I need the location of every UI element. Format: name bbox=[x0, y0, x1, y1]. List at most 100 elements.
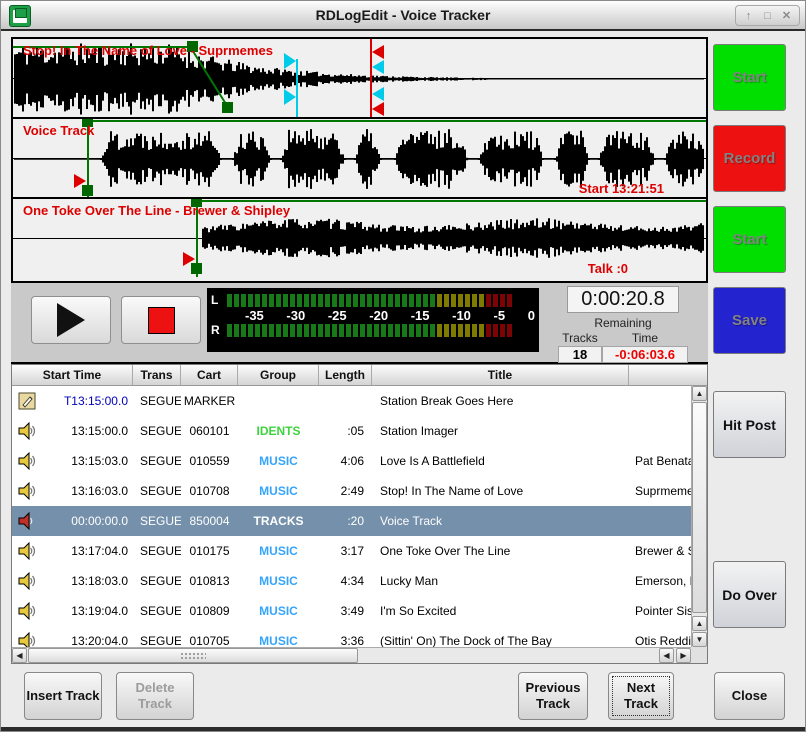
note-icon bbox=[12, 392, 38, 410]
title-cell: (Sittin' On) The Dock of The Bay bbox=[372, 634, 629, 647]
artist-cell: Suprmemes bbox=[629, 484, 691, 498]
scroll-left-icon[interactable]: ◀ bbox=[659, 648, 674, 663]
log-row[interactable]: 13:19:04.0SEGUE010809MUSIC3:49I'm So Exc… bbox=[12, 596, 691, 626]
meter-bar-left bbox=[227, 294, 512, 307]
meter-segment bbox=[479, 294, 484, 307]
group-cell: IDENTS bbox=[238, 424, 319, 438]
trans-cell: SEGUE bbox=[133, 604, 181, 618]
horizontal-scroll-thumb[interactable] bbox=[28, 648, 358, 663]
title-cell: One Toke Over The Line bbox=[372, 544, 629, 558]
cart-cell: MARKER bbox=[181, 394, 238, 408]
window-controls: ↑ □ ✕ bbox=[735, 5, 800, 26]
meter-segment bbox=[353, 324, 358, 337]
insert-track-button[interactable]: Insert Track bbox=[24, 672, 102, 720]
meter-segment bbox=[388, 324, 393, 337]
close-button[interactable]: Close bbox=[714, 672, 785, 720]
meter-segment bbox=[374, 294, 379, 307]
meter-segment bbox=[325, 294, 330, 307]
column-header-cart[interactable]: Cart bbox=[181, 365, 238, 385]
right-channel-label: R bbox=[211, 323, 227, 337]
segue-end-handle-icon[interactable] bbox=[372, 87, 384, 101]
group-cell: MUSIC bbox=[238, 454, 319, 468]
waveform-track-voice-track[interactable]: Voice Track Start 13:21:51 bbox=[13, 119, 706, 199]
vertical-scrollbar[interactable]: ▲ ▲ ▼ bbox=[691, 386, 707, 647]
column-header-blank[interactable] bbox=[629, 365, 707, 385]
start-time-cell: T13:15:00.0 bbox=[38, 394, 133, 408]
column-header-length[interactable]: Length bbox=[319, 365, 372, 385]
segue-marker-handle-icon[interactable] bbox=[284, 53, 296, 69]
log-row[interactable]: 13:18:03.0SEGUE010813MUSIC4:34Lucky ManE… bbox=[12, 566, 691, 596]
log-row[interactable]: 13:15:03.0SEGUE010559MUSIC4:06Love Is A … bbox=[12, 446, 691, 476]
playhead-marker-icon[interactable] bbox=[183, 252, 195, 266]
waveform-track-previous-event[interactable]: Stop! In The Name of Love - Suprmemes bbox=[13, 39, 706, 119]
artist-cell: Pointer Sisters bbox=[629, 604, 691, 618]
scroll-up-icon[interactable]: ▲ bbox=[692, 616, 707, 631]
title-bar[interactable]: RDLogEdit - Voice Tracker ↑ □ ✕ bbox=[1, 1, 805, 31]
column-header-title[interactable]: Title bbox=[372, 365, 629, 385]
scrollbar-corner bbox=[691, 647, 707, 663]
waveform-track-next-event[interactable]: One Toke Over The Line - Brewer & Shiple… bbox=[13, 199, 706, 277]
meter-scale-label: -15 bbox=[411, 308, 430, 323]
hit-post-button[interactable]: Hit Post bbox=[713, 391, 786, 458]
segue-end-handle-icon[interactable] bbox=[372, 60, 384, 74]
log-row[interactable]: T13:15:00.0SEGUEMARKERStation Break Goes… bbox=[12, 386, 691, 416]
segue-marker-handle-icon[interactable] bbox=[284, 89, 296, 105]
gain-level-line bbox=[196, 200, 706, 202]
trans-cell: SEGUE bbox=[133, 454, 181, 468]
log-row[interactable]: 13:15:00.0SEGUE060101IDENTS:05Station Im… bbox=[12, 416, 691, 446]
play-button[interactable] bbox=[31, 296, 111, 344]
meter-segment bbox=[486, 324, 491, 337]
scroll-down-icon[interactable]: ▼ bbox=[692, 632, 707, 647]
meter-segment bbox=[395, 294, 400, 307]
playhead-marker-icon[interactable] bbox=[74, 174, 86, 188]
title-cell: Love Is A Battlefield bbox=[372, 454, 629, 468]
meter-segment bbox=[458, 294, 463, 307]
log-row[interactable]: 13:20:04.0SEGUE010705MUSIC3:36(Sittin' O… bbox=[12, 626, 691, 647]
close-window-icon[interactable]: ✕ bbox=[778, 8, 795, 23]
do-over-button[interactable]: Do Over bbox=[713, 561, 786, 628]
speaker-icon bbox=[12, 482, 38, 500]
start-next-button[interactable]: Start bbox=[713, 206, 786, 273]
artist-cell: Emerson, Lake & Palmer bbox=[629, 574, 691, 588]
scroll-up-icon[interactable]: ▲ bbox=[692, 386, 707, 401]
fade-end-handle[interactable] bbox=[222, 102, 233, 113]
maximize-window-icon[interactable]: □ bbox=[759, 8, 776, 23]
segue-start-marker-line[interactable] bbox=[296, 59, 298, 117]
start-time-cell: 13:15:00.0 bbox=[38, 424, 133, 438]
vertical-scroll-thumb[interactable] bbox=[692, 402, 707, 613]
meter-segment bbox=[367, 294, 372, 307]
meter-segment bbox=[262, 324, 267, 337]
meter-segment bbox=[339, 294, 344, 307]
meter-segment bbox=[409, 294, 414, 307]
log-row[interactable]: 13:16:03.0SEGUE010708MUSIC2:49Stop! In T… bbox=[12, 476, 691, 506]
trans-cell: SEGUE bbox=[133, 394, 181, 408]
meter-segment bbox=[276, 324, 281, 337]
meter-segment bbox=[381, 324, 386, 337]
column-header-group[interactable]: Group bbox=[238, 365, 319, 385]
delete-track-button[interactable]: Delete Track bbox=[116, 672, 194, 720]
title-cell: Voice Track bbox=[372, 514, 629, 528]
meter-segment bbox=[409, 324, 414, 337]
track-title: Stop! In The Name of Love - Suprmemes bbox=[23, 43, 273, 58]
stop-button[interactable] bbox=[121, 296, 201, 344]
meter-scale-label: -10 bbox=[452, 308, 471, 323]
meter-segment bbox=[402, 324, 407, 337]
start-time-cell: 13:18:03.0 bbox=[38, 574, 133, 588]
log-row[interactable]: 13:17:04.0SEGUE010175MUSIC3:17One Toke O… bbox=[12, 536, 691, 566]
record-button[interactable]: Record bbox=[713, 125, 786, 192]
end-marker-handle-icon[interactable] bbox=[372, 45, 384, 59]
scroll-left-icon[interactable]: ◀ bbox=[12, 648, 27, 663]
column-header-trans[interactable]: Trans bbox=[133, 365, 181, 385]
column-header-start-time[interactable]: Start Time bbox=[12, 365, 133, 385]
horizontal-scrollbar[interactable]: ◀ ◀ ▶ bbox=[12, 647, 691, 663]
save-button[interactable]: Save bbox=[713, 287, 786, 354]
meter-segment bbox=[451, 324, 456, 337]
scroll-right-icon[interactable]: ▶ bbox=[676, 648, 691, 663]
shade-window-icon[interactable]: ↑ bbox=[740, 8, 757, 23]
start-previous-button[interactable]: Start bbox=[713, 44, 786, 111]
end-marker-handle-icon[interactable] bbox=[372, 102, 384, 116]
log-row[interactable]: 00:00:00.0SEGUE850004TRACKS:20Voice Trac… bbox=[12, 506, 691, 536]
next-track-button[interactable]: Next Track bbox=[608, 672, 674, 720]
previous-track-button[interactable]: Previous Track bbox=[518, 672, 588, 720]
title-cell: I'm So Excited bbox=[372, 604, 629, 618]
